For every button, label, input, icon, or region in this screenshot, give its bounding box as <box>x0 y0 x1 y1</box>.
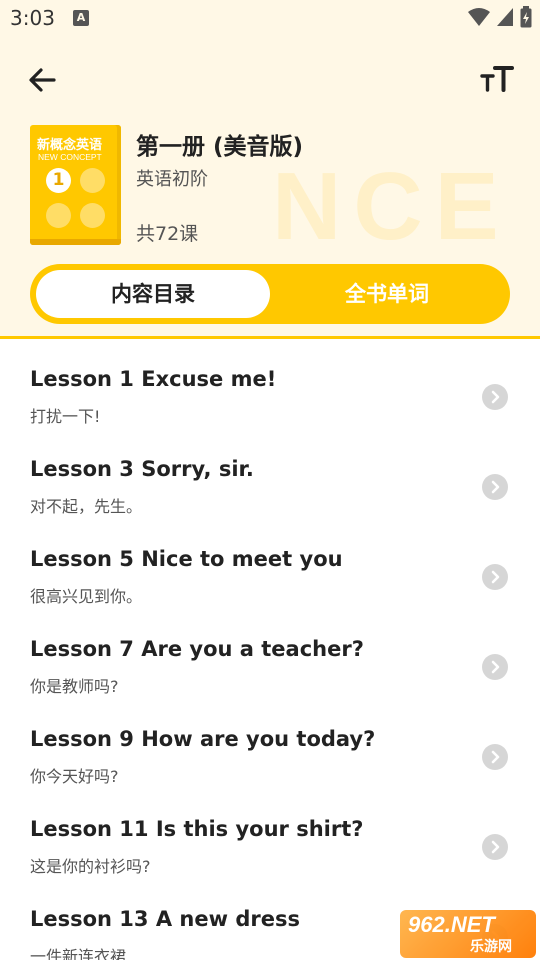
book-level: 英语初阶 <box>136 169 208 190</box>
lesson-item[interactable]: Lesson 11 Is this your shirt? 这是你的衬衫吗? <box>0 789 540 879</box>
signal-icon <box>497 8 513 26</box>
battery-icon <box>520 6 532 28</box>
lesson-title: Lesson 1 Excuse me! <box>30 367 277 391</box>
cover-decoration <box>80 203 105 228</box>
lesson-title: Lesson 5 Nice to meet you <box>30 547 343 571</box>
lesson-subtitle: 很高兴见到你。 <box>30 587 143 606</box>
cover-subtitle: NEW CONCEPT <box>38 152 102 162</box>
site-logo: 962.NET 乐游网 <box>400 910 536 958</box>
logo-main-text: 962.NET <box>408 912 495 937</box>
arrow-left-icon <box>29 68 56 92</box>
lesson-subtitle: 你是教师吗? <box>30 677 119 696</box>
chevron-right-icon <box>482 384 508 410</box>
chevron-right-icon <box>482 834 508 860</box>
cover-decoration <box>80 168 105 193</box>
tab-vocabulary[interactable]: 全书单词 <box>270 270 504 318</box>
status-bar: 3:03 A <box>0 0 540 36</box>
lesson-item[interactable]: Lesson 7 Are you a teacher? 你是教师吗? <box>0 609 540 699</box>
lesson-item[interactable]: Lesson 9 How are you today? 你今天好吗? <box>0 699 540 789</box>
tab-bar: 内容目录 全书单词 <box>30 264 510 324</box>
lesson-item[interactable]: Lesson 3 Sorry, sir. 对不起，先生。 <box>0 429 540 519</box>
book-title: 第一册 (美音版) <box>136 134 304 160</box>
lesson-title: Lesson 3 Sorry, sir. <box>30 457 254 481</box>
lesson-list: Lesson 1 Excuse me! 打扰一下! Lesson 3 Sorry, … <box>0 339 540 960</box>
status-time: 3:03 <box>10 6 55 30</box>
lesson-subtitle: 对不起，先生。 <box>30 497 143 516</box>
chevron-right-icon <box>482 744 508 770</box>
lesson-title: Lesson 9 How are you today? <box>30 727 376 751</box>
font-size-icon <box>480 66 514 92</box>
tab-contents[interactable]: 内容目录 <box>36 270 270 318</box>
lesson-subtitle: 一件新连衣裙 <box>30 947 127 960</box>
wifi-icon <box>468 8 490 26</box>
chevron-right-icon <box>482 474 508 500</box>
cover-title: 新概念英语 <box>37 138 103 153</box>
lesson-subtitle: 这是你的衬衫吗? <box>30 857 151 876</box>
status-icons <box>468 6 532 28</box>
back-button[interactable] <box>24 62 60 98</box>
lesson-title: Lesson 13 A new dress <box>30 907 300 931</box>
font-size-button[interactable] <box>478 62 518 98</box>
logo-sub-text: 乐游网 <box>470 939 512 955</box>
chevron-right-icon <box>482 654 508 680</box>
lesson-subtitle: 打扰一下! <box>30 407 101 426</box>
lesson-title: Lesson 11 Is this your shirt? <box>30 817 364 841</box>
lesson-item[interactable]: Lesson 5 Nice to meet you 很高兴见到你。 <box>0 519 540 609</box>
cover-number: 1 <box>46 168 71 193</box>
lesson-title: Lesson 7 Are you a teacher? <box>30 637 364 661</box>
nce-watermark: NCE <box>272 153 511 260</box>
cover-decoration <box>46 203 71 228</box>
lesson-count: 共72课 <box>136 223 199 245</box>
cover-spine <box>30 239 121 245</box>
lesson-subtitle: 你今天好吗? <box>30 767 119 786</box>
notification-icon: A <box>73 10 89 26</box>
chevron-right-icon <box>482 564 508 590</box>
lesson-item[interactable]: Lesson 1 Excuse me! 打扰一下! <box>0 339 540 429</box>
book-cover: 新概念英语 NEW CONCEPT 1 <box>30 125 121 245</box>
